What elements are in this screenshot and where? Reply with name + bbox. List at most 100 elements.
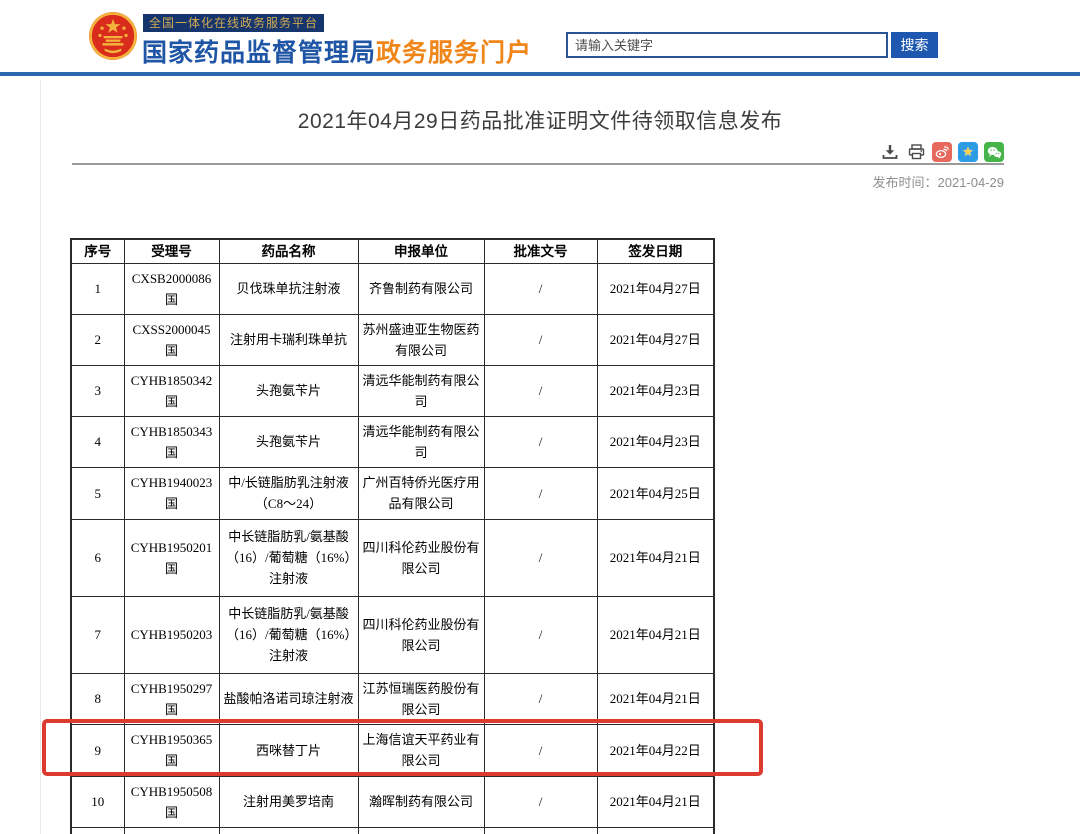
cell-applicant: 江苏恒瑞医药股份有限公司 bbox=[358, 673, 484, 724]
table-row: 3 CYHB1850342国 头孢氨苄片 清远华能制药有限公司 / 2021年0… bbox=[71, 365, 714, 416]
table-header-row: 序号 受理号 药品名称 申报单位 批准文号 签发日期 bbox=[71, 239, 714, 263]
approval-table-container: 序号 受理号 药品名称 申报单位 批准文号 签发日期 1 CXSB2000086… bbox=[70, 238, 715, 834]
page-title: 2021年04月29日药品批准证明文件待领取信息发布 bbox=[40, 105, 1040, 135]
site-header: 全国一体化在线政务服务平台 国家药品监督管理局政务服务门户 搜索 bbox=[0, 0, 1080, 72]
table-row: 1 CXSB2000086国 贝伐珠单抗注射液 齐鲁制药有限公司 / 2021年… bbox=[71, 263, 714, 314]
download-icon[interactable] bbox=[880, 142, 900, 162]
cell-seq: 10 bbox=[71, 776, 124, 827]
cell-applicant: 齐鲁制药有限公司 bbox=[358, 263, 484, 314]
site-title-agency: 国家药品监督管理局 bbox=[142, 39, 376, 67]
cell-seq: 2 bbox=[71, 314, 124, 365]
cell-acceptance-no: CYHB1950365国 bbox=[124, 724, 219, 776]
platform-badge: 全国一体化在线政务服务平台 bbox=[143, 14, 324, 32]
cell-seq: 4 bbox=[71, 416, 124, 467]
cell-seq: 9 bbox=[71, 724, 124, 776]
cell-applicant: 广州百特侨光医疗用品有限公司 bbox=[358, 467, 484, 519]
table-row: 4 CYHB1850343国 头孢氨苄片 清远华能制药有限公司 / 2021年0… bbox=[71, 416, 714, 467]
search-input[interactable] bbox=[566, 32, 888, 58]
cell-issue-date: 2021年04月23日 bbox=[597, 416, 714, 467]
col-header-drug-name: 药品名称 bbox=[219, 239, 358, 263]
cell-issue-date: 2021年04月21日 bbox=[597, 519, 714, 596]
cell-acceptance-no: CYHB1950203 bbox=[124, 596, 219, 673]
table-row: 6 CYHB1950201国 中长链脂肪乳/氨基酸（16）/葡萄糖（16%）注射… bbox=[71, 519, 714, 596]
table-row-highlighted: 9 CYHB1950365国 西咪替丁片 上海信谊天平药业有限公司 / 2021… bbox=[71, 724, 714, 776]
cell-acceptance-no: CYHB1950508国 bbox=[124, 776, 219, 827]
cell-drug-name: 贝伐珠单抗注射液 bbox=[219, 263, 358, 314]
cell-seq: 7 bbox=[71, 596, 124, 673]
cell-applicant: 四川科伦药业股份有限公司 bbox=[358, 519, 484, 596]
table-row: 10 CYHB1950508国 注射用美罗培南 瀚晖制药有限公司 / 2021年… bbox=[71, 776, 714, 827]
cell-issue-date: 2021年04月21日 bbox=[597, 673, 714, 724]
cell-drug-name: 中/长链脂肪乳注射液（C8～24） bbox=[219, 467, 358, 519]
cell-seq: 6 bbox=[71, 519, 124, 596]
table-row: 5 CYHB1940023国 中/长链脂肪乳注射液（C8～24） 广州百特侨光医… bbox=[71, 467, 714, 519]
content-left-border bbox=[40, 80, 41, 834]
cell-issue-date: 2021年04月22日 bbox=[597, 724, 714, 776]
search-button[interactable]: 搜索 bbox=[891, 32, 938, 58]
cell-approval-no: / bbox=[484, 416, 597, 467]
cell-approval-no: / bbox=[484, 673, 597, 724]
table-row: 7 CYHB1950203 中长链脂肪乳/氨基酸（16）/葡萄糖（16%）注射液… bbox=[71, 596, 714, 673]
cell-applicant: 四川科伦药业股份有限公司 bbox=[358, 596, 484, 673]
article-toolbar: ★ bbox=[880, 142, 1004, 162]
table-row: 8 CYHB1950297国 盐酸帕洛诺司琼注射液 江苏恒瑞医药股份有限公司 /… bbox=[71, 673, 714, 724]
cell-approval-no: / bbox=[484, 519, 597, 596]
site-title: 国家药品监督管理局政务服务门户 bbox=[142, 33, 532, 69]
table-row: 2 CXSS2000045国 注射用卡瑞利珠单抗 苏州盛迪亚生物医药有限公司 /… bbox=[71, 314, 714, 365]
cell-acceptance-no: CYHB1940023国 bbox=[124, 467, 219, 519]
cell-approval-no: / bbox=[484, 776, 597, 827]
cell-acceptance-no: CYHB1850342国 bbox=[124, 365, 219, 416]
cell-acceptance-no: CYHB1950297国 bbox=[124, 673, 219, 724]
favorite-star-icon[interactable]: ★ bbox=[958, 142, 978, 162]
search-bar: 搜索 bbox=[566, 32, 938, 58]
col-header-applicant: 申报单位 bbox=[358, 239, 484, 263]
cell-applicant: 清远华能制药有限公司 bbox=[358, 365, 484, 416]
cell-acceptance-no: CYHB1850343国 bbox=[124, 416, 219, 467]
cell-applicant: 苏州盛迪亚生物医药有限公司 bbox=[358, 314, 484, 365]
national-emblem-logo bbox=[88, 11, 138, 61]
cell-issue-date: 2021年04月21日 bbox=[597, 596, 714, 673]
cell-applicant: 瀚晖制药有限公司 bbox=[358, 776, 484, 827]
wechat-share-icon[interactable] bbox=[984, 142, 1004, 162]
cell-acceptance-no: CXSS2000045国 bbox=[124, 314, 219, 365]
cell-approval-no: / bbox=[484, 467, 597, 519]
cell-drug-name: 中长链脂肪乳/氨基酸（16）/葡萄糖（16%）注射液 bbox=[219, 596, 358, 673]
title-divider bbox=[72, 163, 1004, 165]
cell-drug-name: 西咪替丁片 bbox=[219, 724, 358, 776]
page: 全国一体化在线政务服务平台 国家药品监督管理局政务服务门户 搜索 2021年04… bbox=[0, 0, 1080, 834]
col-header-seq: 序号 bbox=[71, 239, 124, 263]
cell-seq: 8 bbox=[71, 673, 124, 724]
cell-drug-name: 头孢氨苄片 bbox=[219, 365, 358, 416]
cell-acceptance-no: CYHB1950201国 bbox=[124, 519, 219, 596]
cell-drug-name: 中长链脂肪乳/氨基酸（16）/葡萄糖（16%）注射液 bbox=[219, 519, 358, 596]
cell-seq: 1 bbox=[71, 263, 124, 314]
cell-applicant: 清远华能制药有限公司 bbox=[358, 416, 484, 467]
table-row-partial bbox=[71, 827, 714, 834]
weibo-share-icon[interactable] bbox=[932, 142, 952, 162]
cell-issue-date: 2021年04月23日 bbox=[597, 365, 714, 416]
cell-seq: 5 bbox=[71, 467, 124, 519]
publish-time: 发布时间：2021-04-29 bbox=[873, 172, 1005, 191]
cell-drug-name: 盐酸帕洛诺司琼注射液 bbox=[219, 673, 358, 724]
cell-approval-no: / bbox=[484, 724, 597, 776]
cell-issue-date: 2021年04月27日 bbox=[597, 263, 714, 314]
cell-issue-date: 2021年04月21日 bbox=[597, 776, 714, 827]
cell-issue-date: 2021年04月25日 bbox=[597, 467, 714, 519]
cell-drug-name: 注射用卡瑞利珠单抗 bbox=[219, 314, 358, 365]
cell-drug-name: 注射用美罗培南 bbox=[219, 776, 358, 827]
cell-approval-no: / bbox=[484, 263, 597, 314]
cell-drug-name: 头孢氨苄片 bbox=[219, 416, 358, 467]
cell-applicant: 上海信谊天平药业有限公司 bbox=[358, 724, 484, 776]
col-header-approval-no: 批准文号 bbox=[484, 239, 597, 263]
cell-approval-no: / bbox=[484, 314, 597, 365]
print-icon[interactable] bbox=[906, 142, 926, 162]
col-header-acceptance-no: 受理号 bbox=[124, 239, 219, 263]
cell-approval-no: / bbox=[484, 365, 597, 416]
cell-acceptance-no: CXSB2000086国 bbox=[124, 263, 219, 314]
header-divider bbox=[0, 72, 1080, 76]
cell-approval-no: / bbox=[484, 596, 597, 673]
cell-seq: 3 bbox=[71, 365, 124, 416]
cell-issue-date: 2021年04月27日 bbox=[597, 314, 714, 365]
approval-table: 序号 受理号 药品名称 申报单位 批准文号 签发日期 1 CXSB2000086… bbox=[70, 238, 715, 834]
col-header-issue-date: 签发日期 bbox=[597, 239, 714, 263]
